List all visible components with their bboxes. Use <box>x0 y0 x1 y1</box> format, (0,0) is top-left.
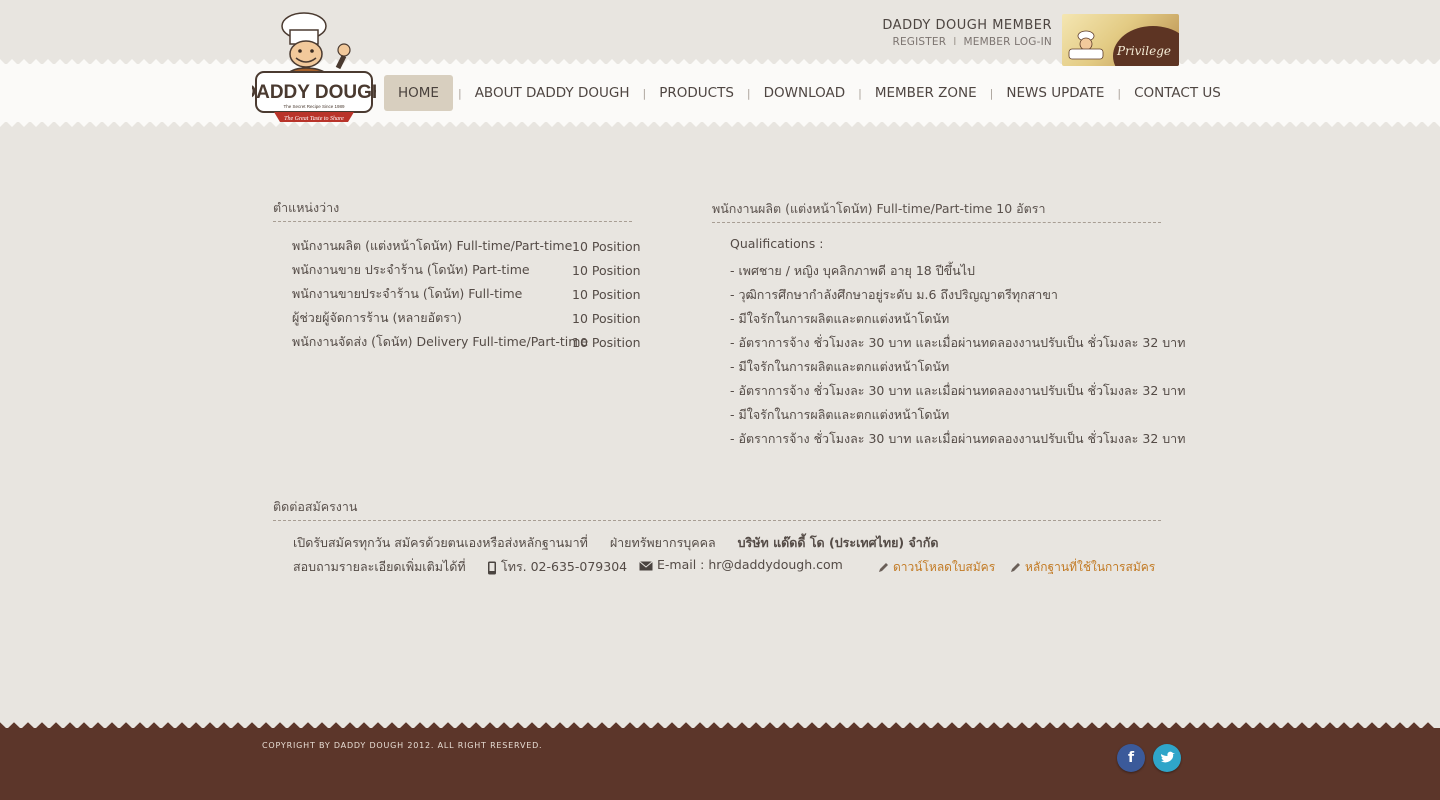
nav-separator: | <box>457 86 462 100</box>
qualification-item: - มีใจรักในการผลิตและตกแต่งหน้าโดนัท <box>730 359 950 374</box>
qualification-item: - มีใจรักในการผลิตและตกแต่งหน้าโดนัท <box>730 407 950 422</box>
email-address[interactable]: E-mail : hr@daddydough.com <box>657 557 843 572</box>
pencil-icon <box>1011 563 1020 572</box>
contact-line-2-left: สอบถามรายละเอียดเพิ่มเติมได้ที่ <box>293 559 466 574</box>
main-nav: HOME | ABOUT DADDY DOUGH | PRODUCTS | DO… <box>384 75 1229 111</box>
member-block: DADDY DOUGH MEMBER REGISTER I MEMBER LOG-I… <box>880 18 1052 48</box>
position-row[interactable]: พนักงานจัดส่ง (โดนัท) Delivery Full-time… <box>292 330 652 354</box>
member-login-link[interactable]: MEMBER LOG-IN <box>964 36 1052 48</box>
nav-member-zone[interactable]: MEMBER ZONE <box>867 75 985 111</box>
position-title[interactable]: พนักงานผลิต (แต่งหน้าโดนัท) Full-time/Pa… <box>292 236 572 256</box>
nav-download[interactable]: DOWNLOAD <box>756 75 854 111</box>
svg-text:The Secret Recipe Since 1989: The Secret Recipe Since 1989 <box>283 104 345 109</box>
contact-intro: เปิดรับสมัครทุกวัน สมัครด้วยตนเองหรือส่ง… <box>293 535 588 550</box>
header-band-top-edge <box>0 59 1440 65</box>
privilege-banner[interactable]: Privilege <box>1062 14 1179 66</box>
position-count: 10 Position <box>572 310 641 326</box>
daddy-dough-logo[interactable]: DADDY DOUGH The Secret Recipe Since 1989… <box>242 8 386 130</box>
position-title[interactable]: พนักงานขาย ประจำร้าน (โดนัท) Part-time <box>292 260 572 280</box>
nav-separator: | <box>989 86 994 100</box>
twitter-bird-icon <box>1161 751 1175 763</box>
mini-logo-icon <box>1068 30 1104 60</box>
positions-heading: ตำแหน่งว่าง <box>273 198 632 222</box>
detail-heading: พนักงานผลิต (แต่งหน้าโดนัท) Full-time/Pa… <box>712 199 1161 223</box>
header-band-bottom-edge <box>0 121 1440 127</box>
nav-separator: | <box>642 86 647 100</box>
twitter-icon[interactable] <box>1153 744 1181 772</box>
envelope-icon <box>639 560 653 570</box>
qualification-item: - อัตราการจ้าง ชั่วโมงละ 30 บาท และเมื่อ… <box>730 335 1186 350</box>
nav-home[interactable]: HOME <box>384 75 453 111</box>
member-title: DADDY DOUGH MEMBER <box>882 18 1052 33</box>
position-title[interactable]: พนักงานขายประจำร้าน (โดนัท) Full-time <box>292 284 572 304</box>
positions-list: พนักงานผลิต (แต่งหน้าโดนัท) Full-time/Pa… <box>292 234 652 354</box>
svg-text:The Great Taste to Share: The Great Taste to Share <box>284 116 344 122</box>
pencil-icon <box>879 563 888 572</box>
qualification-item: - วุฒิการศึกษากำลังศึกษาอยู่ระดับ ม.6 ถึ… <box>730 287 1058 302</box>
nav-separator: | <box>858 86 862 100</box>
contact-heading: ติดต่อสมัครงาน <box>273 497 1161 521</box>
position-row[interactable]: พนักงานขายประจำร้าน (โดนัท) Full-time 10… <box>292 282 652 306</box>
qualification-item: - อัตราการจ้าง ชั่วโมงละ 30 บาท และเมื่อ… <box>730 431 1186 446</box>
position-count: 10 Position <box>572 334 641 350</box>
contact-phone: โทร. 02-635-079304 <box>487 557 627 577</box>
footer-top-edge <box>0 722 1440 729</box>
position-count: 10 Position <box>572 262 641 278</box>
required-docs-wrapper: หลักฐานที่ใช้ในการสมัคร <box>1010 558 1155 577</box>
nav-separator: | <box>746 86 751 100</box>
required-docs-link[interactable]: หลักฐานที่ใช้ในการสมัคร <box>1025 560 1155 574</box>
position-row[interactable]: พนักงานขาย ประจำร้าน (โดนัท) Part-time 1… <box>292 258 652 282</box>
position-count: 10 Position <box>572 286 641 302</box>
contact-line-1: เปิดรับสมัครทุกวัน สมัครด้วยตนเองหรือส่ง… <box>293 533 939 553</box>
nav-news-update[interactable]: NEWS UPDATE <box>998 75 1112 111</box>
position-title[interactable]: ผู้ช่วยผู้จัดการร้าน (หลายอัตรา) <box>292 308 572 328</box>
position-count: 10 Position <box>572 238 641 254</box>
nav-separator: | <box>1117 86 1122 100</box>
download-form-link[interactable]: ดาวน์โหลดใบสมัคร <box>893 560 995 574</box>
qualifications-heading: Qualifications : <box>730 236 824 251</box>
chef-mascot-icon: DADDY DOUGH The Secret Recipe Since 1989… <box>242 12 386 122</box>
position-title[interactable]: พนักงานจัดส่ง (โดนัท) Delivery Full-time… <box>292 332 588 352</box>
nav-about[interactable]: ABOUT DADDY DOUGH <box>467 75 638 111</box>
contact-company: บริษัท แด๊ดดี้ โด (ประเทศไทย) จำกัด <box>737 535 939 550</box>
nav-contact-us[interactable]: CONTACT US <box>1126 75 1229 111</box>
logo-wordmark: DADDY DOUGH <box>252 82 376 103</box>
phone-number: โทร. 02-635-079304 <box>500 559 628 574</box>
footer <box>0 722 1440 800</box>
download-form-wrapper: ดาวน์โหลดใบสมัคร <box>878 558 995 577</box>
qualifications: Qualifications : - เพศชาย / หญิง บุคลิกภ… <box>730 235 1186 451</box>
nav-products[interactable]: PRODUCTS <box>651 75 742 111</box>
contact-department: ฝ่ายทรัพยากรบุคคล <box>609 535 716 550</box>
facebook-glyph: f <box>1127 750 1135 766</box>
privilege-text: Privilege <box>1117 44 1171 58</box>
copyright-text: COPYRIGHT BY DADDY DOUGH 2012. ALL RIGHT… <box>262 741 543 750</box>
member-links: REGISTER I MEMBER LOG-IN <box>880 36 1052 48</box>
contact-email: E-mail : hr@daddydough.com <box>639 557 843 572</box>
facebook-icon[interactable]: f <box>1117 744 1145 772</box>
qualification-item: - เพศชาย / หญิง บุคลิกภาพดี อายุ 18 ปีขึ… <box>730 263 975 278</box>
member-links-separator: I <box>953 36 957 48</box>
phone-icon <box>488 561 496 574</box>
qualification-item: - มีใจรักในการผลิตและตกแต่งหน้าโดนัท <box>730 311 950 326</box>
position-row[interactable]: พนักงานผลิต (แต่งหน้าโดนัท) Full-time/Pa… <box>292 234 652 258</box>
qualification-item: - อัตราการจ้าง ชั่วโมงละ 30 บาท และเมื่อ… <box>730 383 1186 398</box>
position-row[interactable]: ผู้ช่วยผู้จัดการร้าน (หลายอัตรา) 10 Posi… <box>292 306 652 330</box>
register-link[interactable]: REGISTER <box>892 36 946 48</box>
